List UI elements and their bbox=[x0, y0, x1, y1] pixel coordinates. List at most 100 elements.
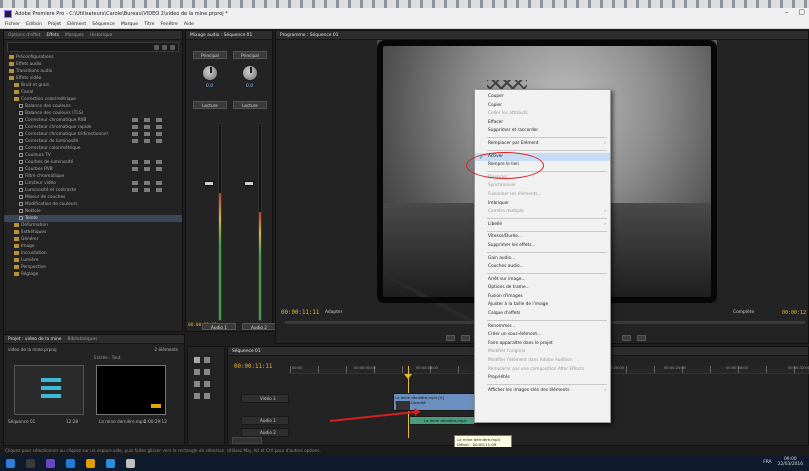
selection-tool-icon[interactable] bbox=[194, 357, 200, 363]
video-clip[interactable]: La mine dernière.mp4 [V] Opacité:Opacité bbox=[393, 393, 475, 411]
playhead-marker-icon[interactable] bbox=[404, 374, 412, 379]
hand-tool-icon[interactable] bbox=[194, 393, 200, 399]
context-menu-item[interactable]: Libellé bbox=[475, 221, 610, 230]
program-timecode[interactable]: 00:00:11:11 bbox=[281, 310, 319, 316]
ie-taskbar-icon[interactable] bbox=[66, 458, 75, 468]
step-back-button[interactable] bbox=[446, 335, 455, 341]
pan-knob-1[interactable] bbox=[202, 65, 218, 81]
settings-button[interactable] bbox=[637, 335, 646, 341]
tab-sequence[interactable]: Séquence 01 bbox=[232, 349, 261, 354]
effects-item[interactable]: Balance des couleurs bbox=[4, 103, 182, 110]
slip-tool-icon[interactable] bbox=[194, 381, 200, 387]
menu-item[interactable]: Séquence bbox=[92, 22, 115, 27]
effects-item[interactable]: Correcteur chromatique tridirectionnel bbox=[4, 131, 182, 138]
task-view-icon[interactable] bbox=[26, 458, 35, 468]
effects-item[interactable]: Limiteur vidéo bbox=[4, 180, 182, 187]
effects-folder[interactable]: Lumière bbox=[4, 257, 182, 264]
context-menu-item[interactable]: Créer un sous-élément... bbox=[475, 331, 610, 340]
track-header-a2[interactable]: Audio 2 bbox=[241, 428, 289, 437]
channel-2-select[interactable]: Principal bbox=[233, 51, 267, 59]
context-menu-item[interactable]: Ajuster à la taille de l'image bbox=[475, 301, 610, 310]
menu-item[interactable]: Elément bbox=[67, 22, 86, 27]
track-header-a1[interactable]: Audio 1 bbox=[241, 416, 289, 425]
language-indicator[interactable]: FRA bbox=[763, 460, 771, 465]
play-button[interactable] bbox=[461, 335, 470, 341]
effects-folder[interactable]: Générer bbox=[4, 236, 182, 243]
context-menu-item[interactable]: Vitesse/Durée... bbox=[475, 233, 610, 242]
maximize-button[interactable]: ▢ bbox=[798, 8, 805, 16]
minimize-button[interactable]: – bbox=[785, 8, 789, 16]
effects-item[interactable]: Mixeur de couches bbox=[4, 194, 182, 201]
effects-item[interactable]: Modification de couleurs bbox=[4, 201, 182, 208]
effects-folder[interactable]: Incrustation bbox=[4, 250, 182, 257]
audio-clip[interactable]: La mine dernière.mp4 bbox=[409, 416, 475, 425]
effects-item[interactable]: Correcteur chromatique rapide bbox=[4, 124, 182, 131]
context-menu-item[interactable]: Copier bbox=[475, 102, 610, 111]
chrome-taskbar-icon[interactable] bbox=[86, 458, 95, 468]
mode-select-2[interactable]: Lecture bbox=[233, 101, 267, 109]
menu-item[interactable]: Fenêtre bbox=[160, 22, 177, 27]
resolution-select[interactable]: Complète bbox=[733, 310, 754, 315]
effects-folder[interactable]: Préconfigurations bbox=[4, 54, 182, 61]
zoom-tool-icon[interactable] bbox=[204, 393, 210, 399]
context-menu-item[interactable]: Effacer bbox=[475, 119, 610, 128]
channel-1-select[interactable]: Principal bbox=[193, 51, 227, 59]
context-menu-item[interactable]: Remplacer par Elément bbox=[475, 140, 610, 149]
effects-folder[interactable]: Effets audio bbox=[4, 61, 182, 68]
explorer-taskbar-icon[interactable] bbox=[106, 458, 115, 468]
pen-tool-icon[interactable] bbox=[204, 381, 210, 387]
mode-select-1[interactable]: Lecture bbox=[193, 101, 227, 109]
menu-item[interactable]: Marque bbox=[121, 22, 138, 27]
context-menu-item[interactable]: Couches audio... bbox=[475, 263, 610, 272]
context-menu-item[interactable]: Supprimer les effets... bbox=[475, 242, 610, 251]
pan-knob-2[interactable] bbox=[242, 65, 258, 81]
effects-item[interactable]: Courbes RVB bbox=[4, 166, 182, 173]
effects-folder[interactable]: Réglage bbox=[4, 271, 182, 278]
context-menu-item[interactable]: Options de trame... bbox=[475, 284, 610, 293]
context-menu-item[interactable]: Afficher les images-clés des éléments bbox=[475, 387, 610, 396]
effects-item[interactable]: Correcteur chromatique RVB bbox=[4, 117, 182, 124]
effects-folder[interactable]: Esthétiques bbox=[4, 229, 182, 236]
menu-item[interactable]: Projet bbox=[48, 22, 61, 27]
tab-libraries[interactable]: Bibliothèques bbox=[67, 337, 97, 342]
effects-folder[interactable]: Correction colorimétrique bbox=[4, 96, 182, 103]
effects-item[interactable]: Correcteur colorimétrique bbox=[4, 145, 182, 152]
context-menu-item[interactable]: Imbriquer bbox=[475, 200, 610, 209]
tab-audio-mixer[interactable]: Mixage audio : Séquence 01 bbox=[190, 33, 252, 38]
export-frame-button[interactable] bbox=[622, 335, 631, 341]
app-taskbar-icon[interactable] bbox=[126, 458, 135, 468]
clip-thumbnail[interactable] bbox=[96, 365, 166, 415]
context-menu-item[interactable]: Renommer... bbox=[475, 323, 610, 332]
menu-item[interactable]: Edition bbox=[26, 22, 42, 27]
project-filter[interactable]: Entrée : Tout bbox=[94, 355, 121, 360]
tab-program[interactable]: Programme : Séquence 01 bbox=[280, 33, 338, 38]
effects-folder[interactable]: Déformation bbox=[4, 222, 182, 229]
menu-item[interactable]: Titre bbox=[144, 22, 154, 27]
effects-item[interactable]: Correcteur de luminosité bbox=[4, 138, 182, 145]
ripple-tool-icon[interactable] bbox=[194, 369, 200, 375]
effects-item[interactable]: Filtre chromatique bbox=[4, 173, 182, 180]
effects-item[interactable]: Balance des couleurs (TLS) bbox=[4, 110, 182, 117]
track-select-tool-icon[interactable] bbox=[204, 357, 210, 363]
effects-item[interactable]: Couleurs TV bbox=[4, 152, 182, 159]
context-menu-item[interactable]: Fusion d'images bbox=[475, 293, 610, 302]
tab-historique[interactable]: Historique bbox=[90, 33, 113, 38]
tab-project[interactable]: Projet : video de la mine bbox=[8, 337, 61, 342]
effects-folder[interactable]: Canal bbox=[4, 89, 182, 96]
effects-folder[interactable]: Image bbox=[4, 243, 182, 250]
sequence-thumbnail[interactable] bbox=[14, 365, 84, 415]
premiere-taskbar-icon[interactable] bbox=[46, 458, 55, 468]
context-menu-item[interactable]: Supprimer et raccorder bbox=[475, 127, 610, 136]
tab-effets[interactable]: Effets bbox=[46, 33, 59, 38]
menu-item[interactable]: Fichier bbox=[5, 22, 20, 27]
effects-folder[interactable]: Perspective bbox=[4, 264, 182, 271]
context-menu-item[interactable]: Arrêt sur image... bbox=[475, 276, 610, 285]
track-header-v1[interactable]: Vidéo 1 bbox=[241, 394, 289, 403]
effects-item[interactable]: Teinte bbox=[4, 215, 182, 222]
volume-fader-1[interactable] bbox=[204, 181, 214, 186]
razor-tool-icon[interactable] bbox=[204, 369, 210, 375]
start-button-icon[interactable] bbox=[6, 458, 15, 468]
context-menu-item[interactable]: Propriétés bbox=[475, 374, 610, 383]
clock[interactable]: 09:00 22/03/2016 bbox=[778, 457, 803, 467]
effects-item[interactable]: Nettoie bbox=[4, 208, 182, 215]
